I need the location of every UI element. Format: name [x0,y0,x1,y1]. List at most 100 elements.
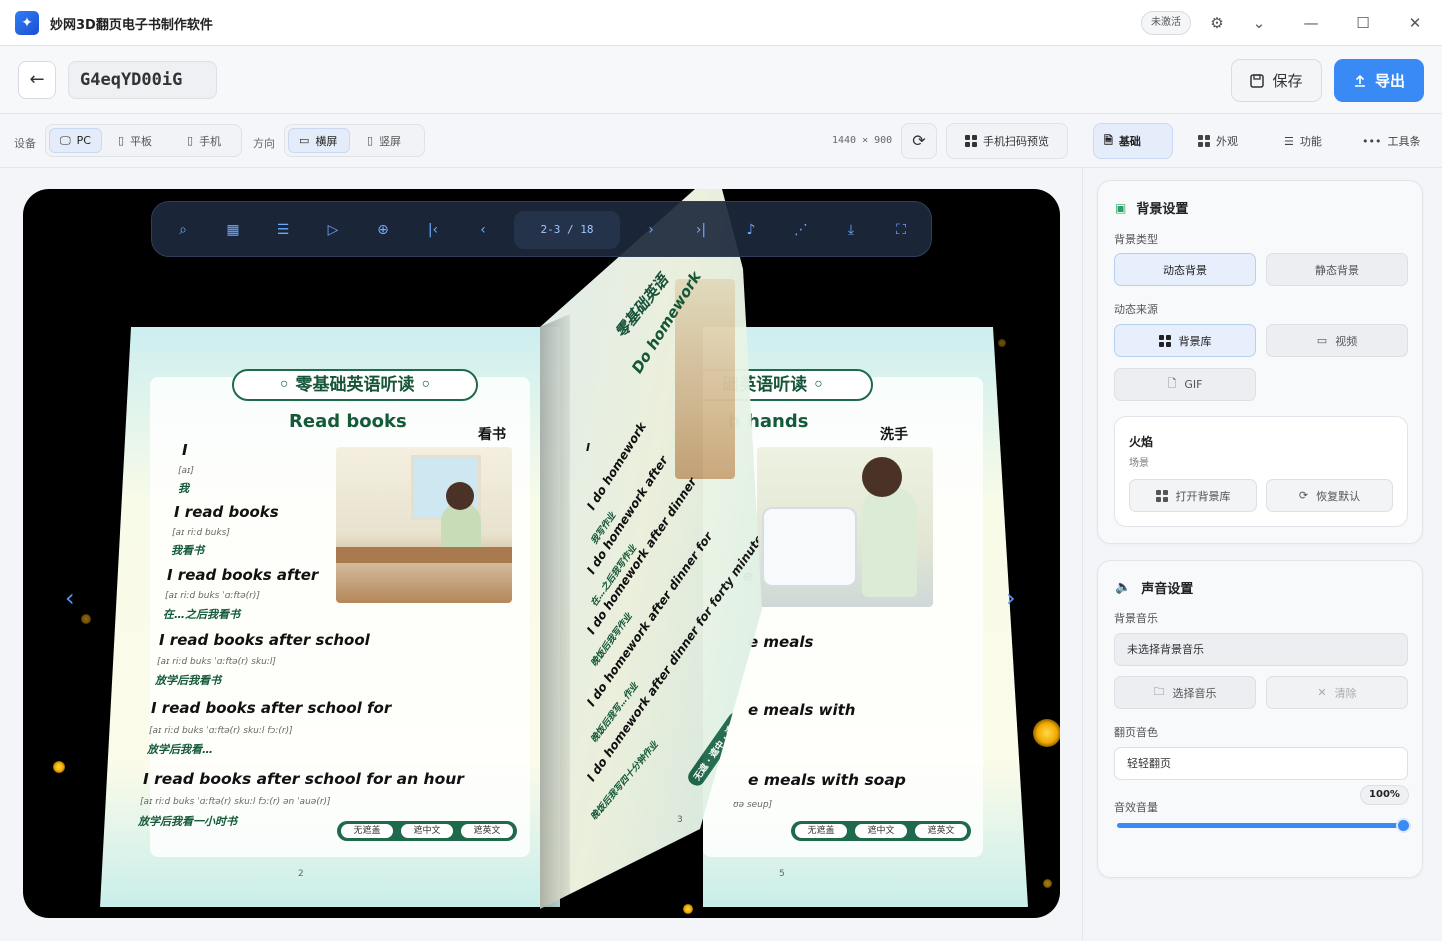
tab-function[interactable]: ☰ 功能 [1274,123,1344,159]
chip-mask-cn[interactable]: 遮中文 [854,823,908,839]
search-icon[interactable]: ⌕ [171,218,195,242]
save-label: 保存 [1272,72,1303,90]
export-button[interactable]: 导出 [1334,59,1424,102]
tab-toolbar[interactable]: ••• 工具条 [1352,123,1432,159]
gear-icon[interactable]: ⚙ [1205,11,1229,35]
maximize-icon[interactable]: ☐ [1351,11,1375,35]
bg-type-static[interactable]: 静态背景 [1266,253,1408,286]
source-video[interactable]: ▭ 视频 [1266,324,1408,357]
refresh-icon: ⟳ [1298,489,1309,502]
scene-name: 火焰 [1129,435,1154,449]
flame-spark [683,904,693,914]
sound-icon[interactable]: ♪ [739,218,763,242]
book-page-left[interactable]: ◦ 零基础英语听读 ◦ Read books 看书 I [aɪ] 我 I rea… [100,327,560,907]
share-icon[interactable]: ⋰ [789,218,813,242]
table-of-contents-icon[interactable]: ☰ [271,218,295,242]
refresh-button[interactable]: ⟳ [901,123,937,159]
sliders-icon: ☰ [1284,134,1294,148]
line-phonetic: [aɪ] [178,466,194,476]
line-phonetic: [aɪ riːd buks ˈɑːftə(r) skuːl fɔː(r)] [149,726,293,736]
minimize-icon[interactable]: — [1299,11,1323,35]
chevron-down-icon[interactable]: ⌄ [1247,11,1271,35]
landscape-icon: ▭ [299,134,310,147]
thumbnails-icon[interactable]: ▦ [221,218,245,242]
flame-spark [998,339,1006,347]
tab-basic[interactable]: 🗎 基础 [1093,123,1173,159]
device-option-phone[interactable]: ▯ 手机 [177,128,239,153]
chip-mask-cn[interactable]: 遮中文 [400,823,454,839]
portrait-icon: ▯ [367,134,374,147]
settings-panel: ▣ 背景设置 背景类型 动态背景 静态背景 动态来源 背景库 ▭ 视频 🗋 GIF … [1082,168,1442,941]
scene-card: 火焰 场景 打开背景库 ⟳ 恢复默认 [1114,416,1408,527]
bg-type-dynamic[interactable]: 动态背景 [1114,253,1256,286]
flame-spark [81,614,91,624]
volume-slider-handle[interactable] [1396,818,1411,833]
episode-title: Read books [289,411,407,432]
speaker-icon: 🔈 [1115,580,1132,595]
device-option-pc[interactable]: 🖵 PC [49,128,102,153]
reset-default-button[interactable]: ⟳ 恢复默认 [1266,479,1393,512]
clear-music-button[interactable]: ✕ 清除 [1266,676,1408,709]
source-gif[interactable]: 🗋 GIF [1114,368,1256,401]
background-settings-card: ▣ 背景设置 背景类型 动态背景 静态背景 动态来源 背景库 ▭ 视频 🗋 GIF … [1097,180,1423,544]
play-icon[interactable]: ▷ [321,218,345,242]
folder-icon: 🗀 [1153,685,1165,698]
source-label: 动态来源 [1114,303,1158,316]
viewer-toolbar: ⌕ ▦ ☰ ▷ ⊕ |‹ ‹ 2-3 / 18 › ›| ♪ ⋰ ⤓ ⛶ [151,201,932,257]
close-icon[interactable]: ✕ [1403,11,1427,35]
qr-code-icon [965,135,977,147]
line-en: e meals with [748,701,856,719]
prev-arrow-icon[interactable]: ‹ [65,584,75,612]
floppy-disk-icon [1250,73,1265,88]
chip-mask-en[interactable]: 遮英文 [460,823,514,839]
next-page-icon[interactable]: › [639,218,663,242]
orientation-selector: ▭ 横屏 ▯ 竖屏 [284,124,425,157]
tab-appearance[interactable]: 外观 [1188,123,1258,159]
orientation-label: 方向 [253,137,275,150]
chip-no-mask[interactable]: 无遮盖 [794,823,848,839]
next-arrow-icon[interactable]: › [1006,584,1016,612]
open-library-button[interactable]: 打开背景库 [1129,479,1257,512]
sound-settings-title: 🔈 声音设置 [1115,580,1194,597]
reading-illustration [336,447,512,603]
document-name[interactable]: G4eqYD00iG [68,61,217,99]
child-head [446,482,474,510]
chip-no-mask[interactable]: 无遮盖 [340,823,394,839]
flame-spark [1043,879,1052,888]
last-page-icon[interactable]: ›| [689,218,713,242]
orientation-option-landscape[interactable]: ▭ 横屏 [288,128,350,153]
line-en: I read books [174,503,279,521]
prev-page-icon[interactable]: ‹ [471,218,495,242]
activation-badge[interactable]: 未激活 [1141,11,1191,35]
choose-music-button[interactable]: 🗀 选择音乐 [1114,676,1256,709]
qr-preview-button[interactable]: 手机扫码预览 [946,123,1068,159]
save-button[interactable]: 保存 [1231,59,1322,102]
volume-slider-track[interactable] [1117,823,1403,828]
volume-value: 100% [1360,785,1409,805]
page-number: 5 [779,869,785,879]
zoom-in-icon[interactable]: ⊕ [371,218,395,242]
line-phonetic: [aɪ riːd buks ˈɑːftə(r) skuːl fɔː(r) ən … [140,797,331,807]
line-cn: 我看书 [171,544,204,557]
phone-icon: ▯ [187,134,194,147]
orientation-option-portrait[interactable]: ▯ 竖屏 [357,128,419,153]
flip-sound-select[interactable]: 轻轻翻页 [1114,747,1408,780]
source-library[interactable]: 背景库 [1114,324,1256,357]
device-label: 设备 [14,137,36,150]
line-phonetic: [aɪ riːd buks] [172,528,230,538]
refresh-icon: ⟳ [912,131,926,150]
bg-music-field[interactable]: 未选择背景音乐 [1114,633,1408,666]
line-phonetic: ʊə seup] [733,800,773,810]
fullscreen-icon[interactable]: ⛶ [889,218,913,242]
page-indicator[interactable]: 2-3 / 18 [514,211,620,249]
device-option-tablet[interactable]: ▯ 平板 [108,128,170,153]
download-icon[interactable]: ⤓ [839,218,863,242]
back-button[interactable]: ← [18,61,56,99]
handwashing-illustration [757,447,933,607]
first-page-icon[interactable]: |‹ [421,218,445,242]
tablet-icon: ▯ [118,134,125,147]
page-number: 2 [298,869,304,879]
chip-mask-en[interactable]: 遮英文 [914,823,968,839]
book-viewer: ◦ 零基础英语听读 ◦ Read books 看书 I [aɪ] 我 I rea… [23,189,1060,918]
flame-spark [1033,719,1060,747]
